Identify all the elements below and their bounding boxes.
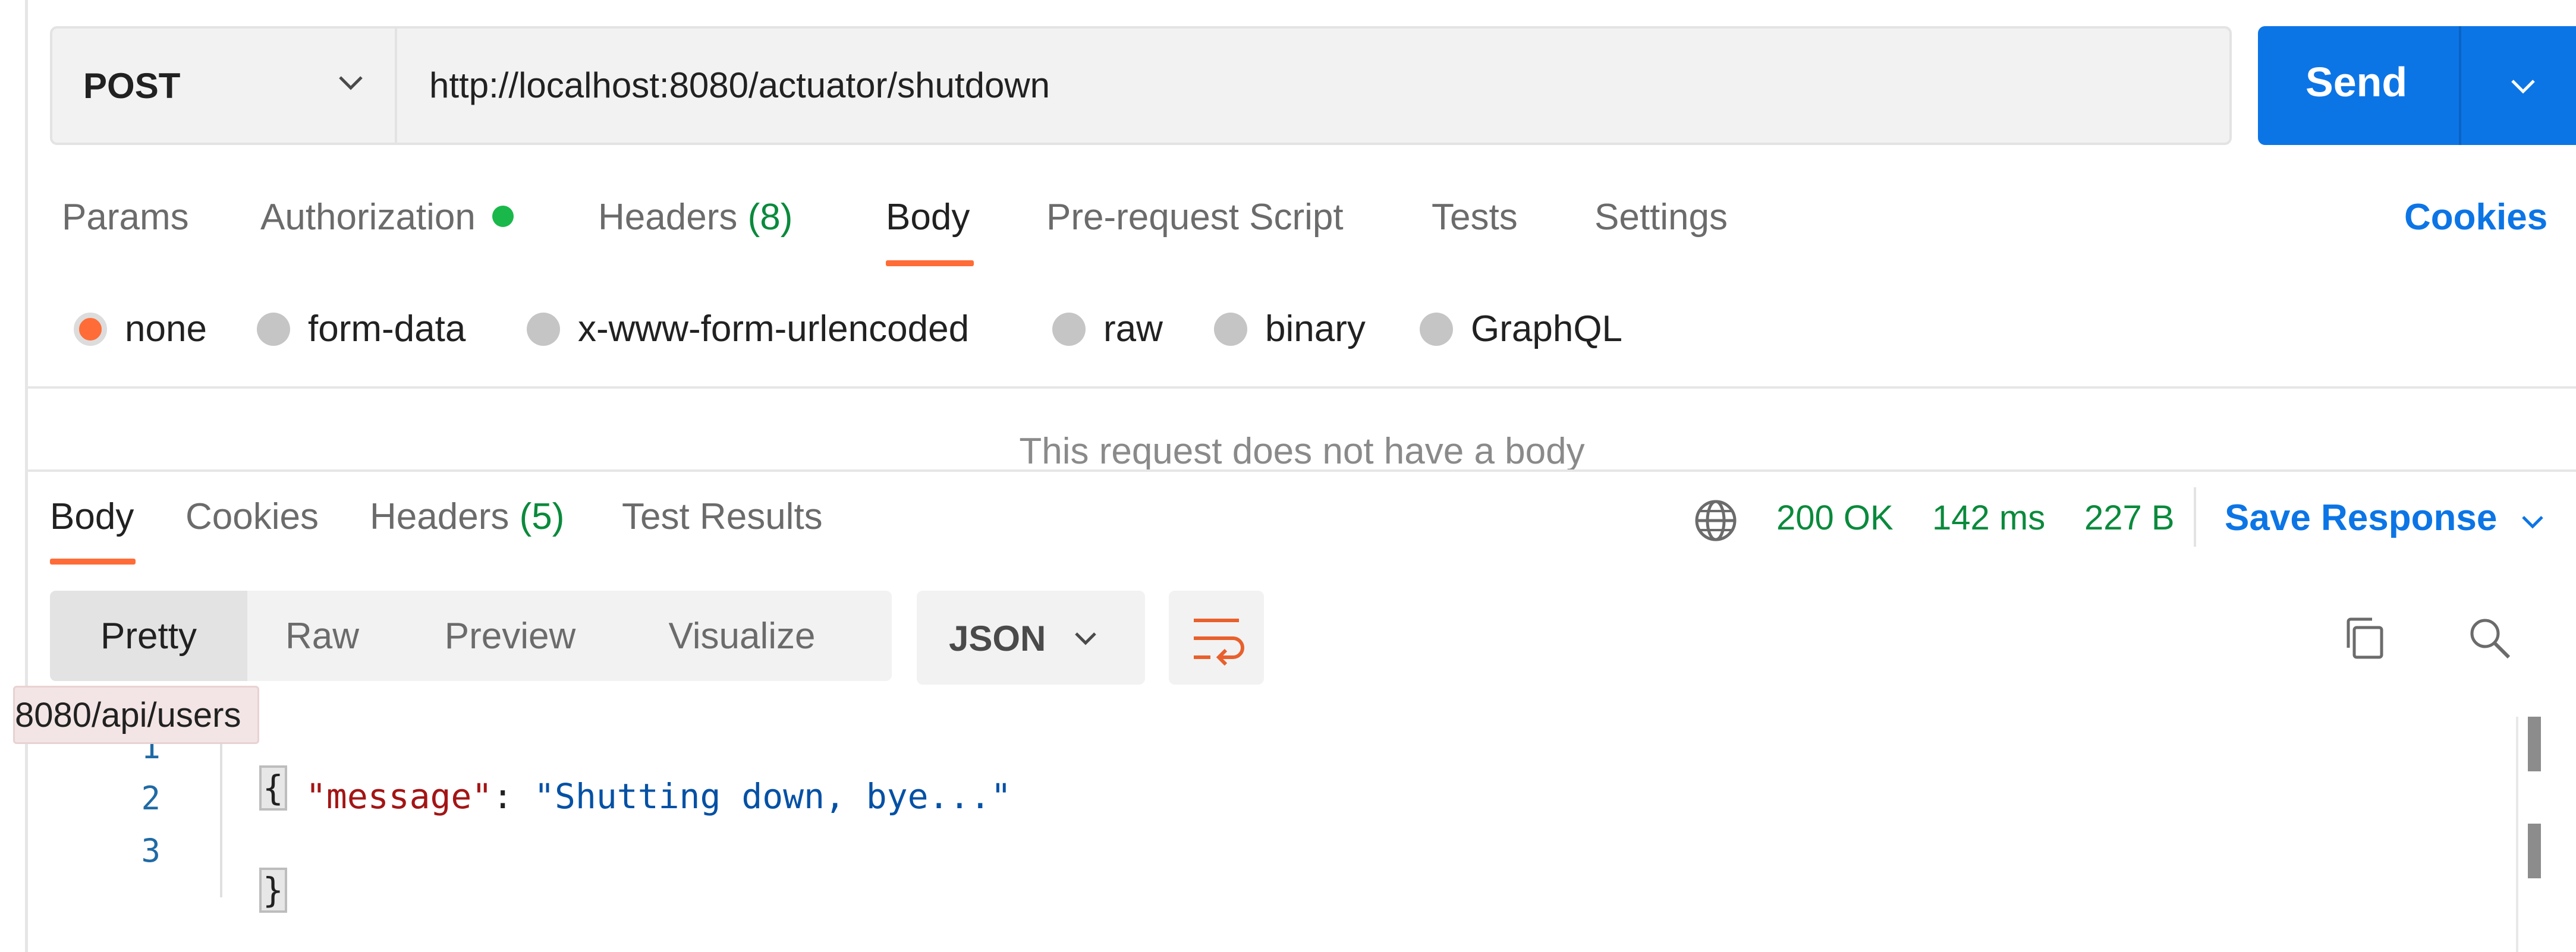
- radio-dot: [527, 312, 560, 346]
- line-number: 2: [141, 780, 161, 817]
- json-separator: :: [492, 776, 534, 817]
- radio-label: x-www-form-urlencoded: [578, 308, 970, 349]
- send-options-chevron-icon[interactable]: [2508, 70, 2539, 101]
- radio-dot: [1052, 312, 1086, 346]
- globe-icon[interactable]: [1692, 497, 1740, 544]
- method-select[interactable]: POST: [52, 29, 397, 143]
- tab-params[interactable]: Params: [62, 196, 189, 238]
- active-tab-indicator: [886, 260, 974, 266]
- format-select[interactable]: JSON: [917, 591, 1145, 685]
- send-divider: [2459, 26, 2461, 145]
- tab-tests[interactable]: Tests: [1432, 196, 1518, 238]
- radio-raw[interactable]: raw: [1052, 308, 1163, 350]
- view-mode-visualize[interactable]: Visualize: [623, 591, 861, 681]
- url-input[interactable]: [429, 52, 2153, 118]
- url-tooltip: 8080/api/users: [13, 686, 260, 744]
- request-bar: POST: [50, 26, 2232, 145]
- tab-authorization-label: Authorization: [260, 197, 476, 238]
- method-label: POST: [83, 66, 181, 106]
- wrap-lines-icon: [1194, 619, 1244, 666]
- meta-divider: [2194, 487, 2196, 547]
- scrollbar-track[interactable]: [2516, 717, 2518, 952]
- radio-dot: [1214, 312, 1247, 346]
- copy-icon[interactable]: [2341, 614, 2389, 662]
- chevron-down-icon: [1075, 632, 1096, 645]
- view-mode-pretty[interactable]: Pretty: [50, 591, 247, 681]
- radio-label: none: [125, 308, 207, 349]
- format-label: JSON: [949, 619, 1046, 658]
- radio-binary[interactable]: binary: [1214, 308, 1366, 350]
- auth-status-dot: [492, 206, 514, 227]
- tab-pre-request-script[interactable]: Pre-request Script: [1046, 196, 1344, 238]
- view-mode-group: Pretty Raw Preview Visualize: [50, 591, 892, 681]
- response-tab-cookies[interactable]: Cookies: [185, 496, 319, 538]
- response-tab-headers-count: (5): [519, 496, 565, 537]
- response-tab-test-results[interactable]: Test Results: [622, 496, 823, 538]
- response-pane-divider[interactable]: [25, 469, 2576, 472]
- json-string-value: "Shutting down, bye...": [534, 776, 1012, 817]
- view-mode-preview[interactable]: Preview: [397, 591, 623, 681]
- response-status[interactable]: 200 OK: [1776, 498, 1894, 538]
- response-tab-body[interactable]: Body: [50, 496, 134, 538]
- save-response-button[interactable]: Save Response: [2225, 497, 2497, 539]
- view-mode-raw[interactable]: Raw: [247, 591, 397, 681]
- tab-settings[interactable]: Settings: [1594, 196, 1728, 238]
- tab-authorization[interactable]: Authorization: [260, 196, 514, 238]
- radio-form-data[interactable]: form-data: [257, 308, 465, 350]
- section-divider: [25, 386, 2576, 389]
- chevron-down-icon[interactable]: [2520, 509, 2546, 535]
- radio-label: GraphQL: [1471, 308, 1623, 349]
- line-number: 3: [141, 832, 161, 869]
- open-brace: {: [259, 765, 287, 811]
- response-time[interactable]: 142 ms: [1932, 498, 2045, 538]
- response-tab-headers-label: Headers: [370, 496, 509, 537]
- chevron-down-icon: [339, 76, 363, 90]
- code-line-3[interactable]: }: [220, 830, 287, 913]
- radio-label: raw: [1103, 308, 1163, 349]
- response-tab-headers[interactable]: Headers (5): [370, 496, 564, 538]
- radio-dot: [257, 312, 290, 346]
- radio-x-www-form-urlencoded[interactable]: x-www-form-urlencoded: [527, 308, 969, 350]
- radio-label: form-data: [308, 308, 466, 349]
- scrollbar-marker[interactable]: [2528, 824, 2541, 878]
- radio-graphql[interactable]: GraphQL: [1420, 308, 1622, 350]
- tab-body[interactable]: Body: [886, 196, 970, 238]
- response-active-tab-indicator: [50, 559, 136, 565]
- empty-body-message: This request does not have a body: [1019, 431, 1585, 471]
- cookies-link[interactable]: Cookies: [2404, 196, 2547, 238]
- window-left-edge: [0, 0, 28, 952]
- json-key: "message": [306, 776, 493, 817]
- radio-label: binary: [1265, 308, 1366, 349]
- radio-dot: [1420, 312, 1453, 346]
- code-line-2[interactable]: "message": "Shutting down, bye...": [306, 776, 1011, 817]
- tab-headers-count: (8): [747, 197, 793, 238]
- tab-headers-label: Headers: [598, 197, 738, 238]
- search-icon[interactable]: [2466, 614, 2514, 662]
- radio-dot-selected: [74, 312, 107, 346]
- radio-none[interactable]: none: [74, 308, 207, 350]
- send-label: Send: [2305, 59, 2408, 105]
- tab-headers[interactable]: Headers (8): [598, 196, 792, 238]
- send-button[interactable]: Send: [2258, 26, 2576, 145]
- scrollbar-thumb[interactable]: [2528, 717, 2541, 771]
- wrap-lines-button[interactable]: [1169, 591, 1264, 685]
- close-brace: }: [259, 868, 287, 913]
- response-size[interactable]: 227 B: [2084, 498, 2175, 538]
